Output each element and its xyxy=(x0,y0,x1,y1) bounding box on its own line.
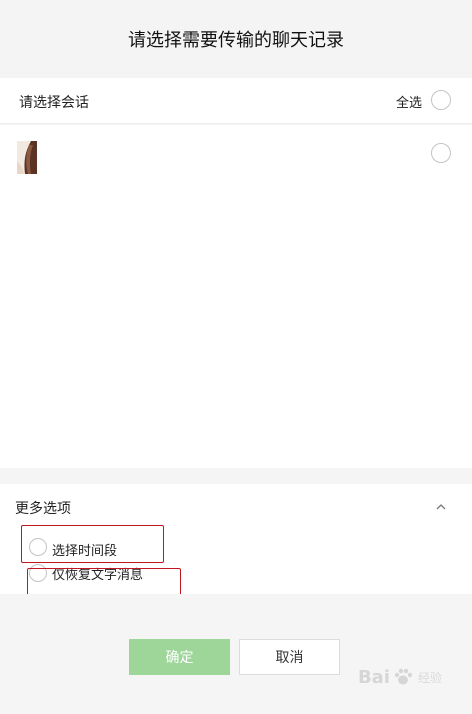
conversation-radio[interactable] xyxy=(431,143,451,163)
dialog-header: 请选择需要传输的聊天记录 xyxy=(0,0,472,78)
text-only-radio[interactable] xyxy=(29,564,47,582)
dialog-footer: 确定 取消 xyxy=(0,594,472,714)
watermark-text: Bai xyxy=(357,666,390,688)
time-range-radio[interactable] xyxy=(29,538,47,556)
avatar xyxy=(17,141,37,174)
watermark-sub: 经验 xyxy=(417,670,442,685)
conversation-item[interactable] xyxy=(0,125,472,185)
chevron-up-icon[interactable] xyxy=(434,500,448,514)
time-range-label: 选择时间段 xyxy=(52,543,118,558)
select-conversation-label: 请选择会话 xyxy=(19,94,89,110)
paw-icon xyxy=(394,668,413,685)
text-only-label: 仅恢复文字消息 xyxy=(52,567,144,582)
option-text-only[interactable]: 仅恢复文字消息 xyxy=(0,564,300,590)
more-options-panel: 更多选项 选择时间段 仅恢复文字消息 xyxy=(0,484,472,594)
confirm-button[interactable]: 确定 xyxy=(129,639,230,675)
more-options-title: 更多选项 xyxy=(15,500,71,516)
option-time-range[interactable]: 选择时间段 xyxy=(0,535,300,561)
select-all-radio[interactable] xyxy=(431,90,451,110)
watermark-logo: Bai 经验 xyxy=(358,666,442,688)
conversation-list xyxy=(0,125,472,468)
cancel-button[interactable]: 取消 xyxy=(239,639,340,675)
dialog-title: 请选择需要传输的聊天记录 xyxy=(128,30,344,50)
select-all-label[interactable]: 全选 xyxy=(396,92,422,111)
select-conversation-bar: 请选择会话 全选 xyxy=(0,78,472,124)
